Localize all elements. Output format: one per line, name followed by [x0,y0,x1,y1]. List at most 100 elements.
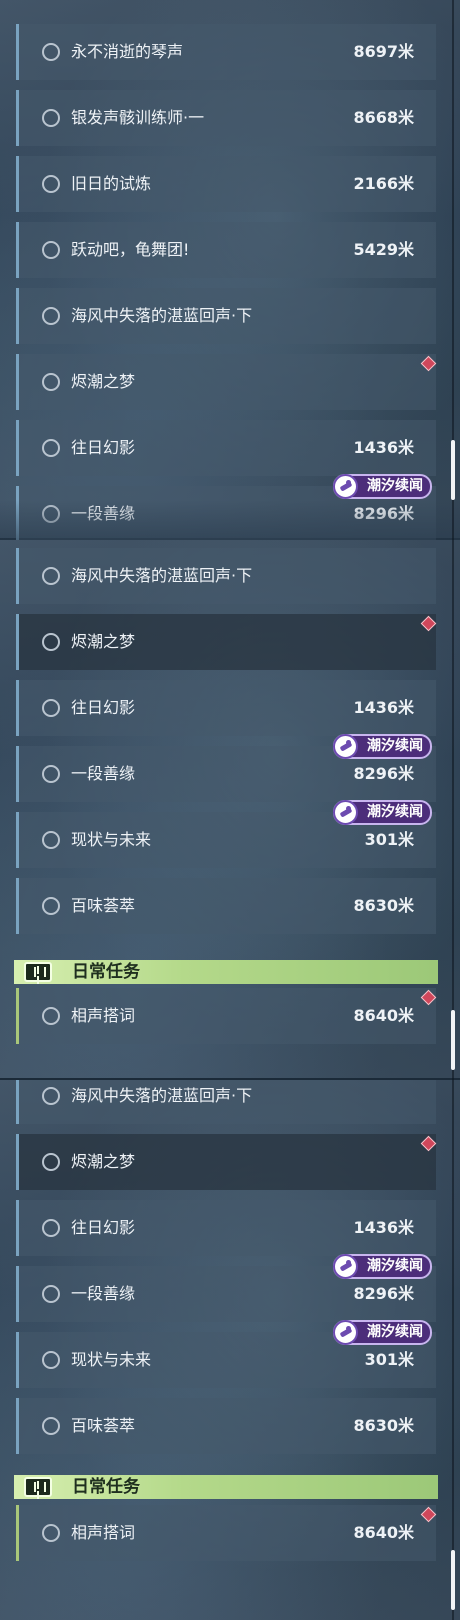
section-title: 日常任务 [72,1477,140,1497]
quest-row[interactable]: 百味荟萃 8630米 [16,1398,436,1454]
quest-distance: 1436米 [353,698,414,717]
quest-status-icon [42,43,60,61]
scrollbar-track[interactable] [452,540,454,1080]
quest-distance: 8296米 [353,764,414,783]
quest-status-icon [42,1219,60,1237]
quest-row[interactable]: 跃动吧，龟舞团! 5429米 [16,222,436,278]
quest-title: 一段善缘 [71,504,136,523]
quest-title: 往日幻影 [71,1218,136,1237]
quest-status-icon [42,1285,60,1303]
quest-row[interactable]: 相声搭词 8640米 [16,1505,437,1561]
quest-title: 现状与未来 [71,830,152,849]
quest-title: 海风中失落的湛蓝回声·下 [71,1086,253,1105]
quest-title: 海风中失落的湛蓝回声·下 [71,566,253,585]
quest-title: 海风中失落的湛蓝回声·下 [71,306,253,325]
quest-row[interactable]: 往日幻影 1436米 [16,680,436,736]
quest-row[interactable]: 烬潮之梦 [16,354,437,410]
quest-distance: 301米 [364,830,414,849]
quest-status-icon [42,1007,60,1025]
tracked-marker-icon [420,1506,437,1523]
tidal-story-icon [333,800,358,825]
quest-list-panel-3: 海风中失落的湛蓝回声·下 烬潮之梦 往日幻影 1436米 潮汐续闻 一段善缘 8… [0,1080,460,1620]
quest-row[interactable]: 烬潮之梦 [16,614,437,670]
quest-row[interactable]: 海风中失落的湛蓝回声·下 [16,548,436,604]
story-tag: 潮汐续闻 [333,734,432,759]
story-tag-label: 潮汐续闻 [367,1324,423,1340]
quest-status-icon [42,765,60,783]
quest-status-icon [42,505,60,523]
quest-title: 银发声骸训练师·一 [71,108,205,127]
quest-row[interactable]: 百味荟萃 8630米 [16,878,436,934]
quest-distance: 1436米 [353,1218,414,1237]
quest-row[interactable]: 永不消逝的琴声 8697米 [16,24,436,80]
quest-row[interactable]: 潮汐续闻 一段善缘 8296米 [16,474,436,540]
quest-row[interactable]: 潮汐续闻 一段善缘 8296米 [16,734,436,802]
exclamation-icon [24,962,52,982]
scrollbar-thumb[interactable] [451,440,455,500]
quest-distance: 301米 [364,1350,414,1369]
story-tag: 潮汐续闻 [333,474,432,499]
quest-list-panel-2: 海风中失落的湛蓝回声·下 烬潮之梦 往日幻影 1436米 潮汐续闻 一段善缘 8… [0,540,460,1080]
quest-title: 烬潮之梦 [71,372,136,391]
quest-distance: 2166米 [353,174,414,193]
quest-row[interactable]: 潮汐续闻 现状与未来 301米 [16,800,436,868]
quest-row[interactable]: 海风中失落的湛蓝回声·下 [16,1080,436,1124]
quest-distance: 5429米 [353,240,414,259]
quest-status-icon [42,1351,60,1369]
quest-row[interactable]: 烬潮之梦 [16,1134,437,1190]
scrollbar-thumb[interactable] [451,1010,455,1070]
quest-status-icon [42,241,60,259]
quest-title: 烬潮之梦 [71,1152,136,1171]
exclamation-icon [24,1477,52,1497]
quest-title: 跃动吧，龟舞团! [71,240,190,259]
quest-status-icon [42,567,60,585]
quest-title: 永不消逝的琴声 [71,42,184,61]
story-tag-label: 潮汐续闻 [367,738,423,754]
quest-title: 一段善缘 [71,764,136,783]
quest-distance: 8296米 [353,1284,414,1303]
tidal-story-icon [333,474,358,499]
daily-quests-header[interactable]: 日常任务 [14,960,438,984]
quest-row[interactable]: 潮汐续闻 现状与未来 301米 [16,1320,436,1388]
quest-status-icon [42,1087,60,1105]
quest-row[interactable]: 潮汐续闻 一段善缘 8296米 [16,1254,436,1322]
quest-distance: 8630米 [353,1416,414,1435]
quest-status-icon [42,1524,60,1542]
quest-status-icon [42,897,60,915]
tracked-marker-icon [420,355,437,372]
story-tag-label: 潮汐续闻 [367,804,423,820]
tracked-marker-icon [420,1135,437,1152]
quest-title: 烬潮之梦 [71,632,136,651]
quest-title: 一段善缘 [71,1284,136,1303]
quest-row[interactable]: 往日幻影 1436米 [16,420,436,476]
quest-distance: 8296米 [353,504,414,523]
quest-status-icon [42,1417,60,1435]
quest-title: 百味荟萃 [71,1416,136,1435]
tracked-marker-icon [420,615,437,632]
tidal-story-icon [333,1320,358,1345]
tracked-marker-icon [420,989,437,1006]
quest-status-icon [42,373,60,391]
daily-quests-header[interactable]: 日常任务 [14,1475,438,1499]
tidal-story-icon [333,734,358,759]
scrollbar-track[interactable] [452,1080,454,1620]
quest-status-icon [42,307,60,325]
quest-row[interactable]: 旧日的试炼 2166米 [16,156,436,212]
quest-status-icon [42,175,60,193]
story-tag: 潮汐续闻 [333,1254,432,1279]
tidal-story-icon [333,1254,358,1279]
quest-distance: 8640米 [353,1006,414,1025]
quest-row[interactable]: 海风中失落的湛蓝回声·下 [16,288,436,344]
section-title: 日常任务 [72,962,140,982]
quest-status-icon [42,831,60,849]
quest-title: 往日幻影 [71,438,136,457]
quest-row[interactable]: 相声搭词 8640米 [16,988,437,1044]
quest-distance: 8630米 [353,896,414,915]
quest-list-panel-1: 永不消逝的琴声 8697米 银发声骸训练师·一 8668米 旧日的试炼 2166… [0,0,460,540]
quest-status-icon [42,633,60,651]
scrollbar-thumb[interactable] [451,1550,455,1610]
story-tag-label: 潮汐续闻 [367,1258,423,1274]
quest-distance: 8697米 [353,42,414,61]
quest-row[interactable]: 银发声骸训练师·一 8668米 [16,90,436,146]
quest-row[interactable]: 往日幻影 1436米 [16,1200,436,1256]
